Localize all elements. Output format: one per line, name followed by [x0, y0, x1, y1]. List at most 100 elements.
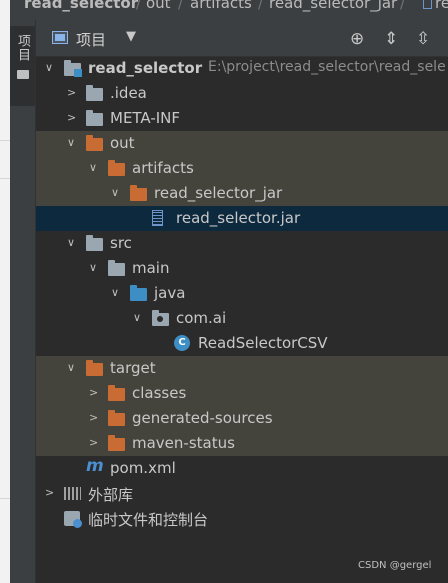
chevron-right-icon[interactable]: >: [45, 486, 54, 499]
tree-row-artifacts[interactable]: ∨ artifacts: [36, 156, 448, 181]
scratches-icon: [64, 511, 82, 528]
tree-row-pom-xml[interactable]: m pom.xml: [36, 456, 448, 481]
project-tree: ∨ read_selector E:\project\read_selector\r…: [36, 56, 448, 583]
tree-item-label: artifacts: [132, 159, 194, 177]
chevron-down-icon[interactable]: ∨: [89, 161, 97, 174]
window-edge: [0, 0, 10, 583]
chevron-down-icon[interactable]: ∨: [111, 286, 119, 299]
folder-icon: [86, 235, 103, 251]
maven-icon: m: [86, 456, 104, 476]
chevron-right-icon[interactable]: >: [89, 386, 98, 399]
tree-row-[interactable]: 临时文件和控制台: [36, 506, 448, 531]
chevron-down-icon[interactable]: ∨: [111, 186, 119, 199]
tree-item-label: com.ai: [176, 309, 227, 327]
chevron-down-icon[interactable]: ▼: [126, 29, 136, 44]
tree-row-[interactable]: > 外部库: [36, 481, 448, 506]
folder-icon: [86, 110, 103, 126]
tree-item-label: target: [110, 359, 156, 377]
collapse-all-icon[interactable]: ⇳: [416, 29, 430, 49]
tree-row-src[interactable]: ∨ src: [36, 231, 448, 256]
breadcrumb-separator: /: [400, 0, 406, 12]
breadcrumb-separator: /: [258, 0, 264, 12]
tree-row-maven-status[interactable]: > maven-status: [36, 431, 448, 456]
tree-row-out[interactable]: ∨ out: [36, 131, 448, 156]
project-panel-header: 项目 ▼ ⊕ ⇕ ⇳: [36, 20, 448, 57]
tree-item-label: classes: [132, 384, 187, 402]
tree-item-label: read_selector_jar: [154, 184, 283, 202]
jar-icon: [152, 210, 163, 226]
chevron-down-icon[interactable]: ∨: [133, 311, 141, 324]
project-tool-label: 项目: [15, 34, 30, 62]
tree-item-label: 外部库: [88, 486, 134, 504]
tree-row-read-selector-jar[interactable]: read_selector.jar: [36, 206, 448, 231]
breadcrumb-item-artifacts[interactable]: artifacts: [190, 0, 252, 12]
tree-item-label: out: [110, 134, 135, 152]
chevron-right-icon[interactable]: >: [89, 411, 98, 424]
edge-divider: [0, 178, 10, 179]
excluded-folder-icon: [108, 435, 125, 451]
tree-item-label: maven-status: [132, 434, 235, 452]
folder-icon: [86, 85, 103, 101]
class-icon: C: [174, 335, 190, 351]
breadcrumb-item-out[interactable]: out: [146, 0, 171, 12]
tree-item-label: META-INF: [110, 109, 181, 127]
view-selector-label[interactable]: 项目: [76, 29, 106, 50]
tree-item-label: 临时文件和控制台: [88, 511, 209, 529]
tree-row-readselectorcsv[interactable]: C ReadSelectorCSV: [36, 331, 448, 356]
module-path: E:\project\read_selector\read_sele: [208, 59, 446, 75]
chevron-right-icon[interactable]: >: [67, 111, 76, 124]
edge-divider: [0, 140, 10, 141]
breadcrumb: read_selector / out / artifacts / read_s…: [10, 0, 448, 21]
tree-item-label: main: [132, 259, 170, 277]
project-tool-button[interactable]: 项目: [10, 26, 35, 106]
chevron-right-icon[interactable]: >: [89, 436, 98, 449]
tree-row-java[interactable]: ∨ java: [36, 281, 448, 306]
tree-row-target[interactable]: ∨ target: [36, 356, 448, 381]
excluded-folder-icon: [86, 360, 103, 376]
excluded-folder-icon: [86, 135, 103, 151]
tool-window-stripe: 项目: [10, 20, 36, 583]
excluded-folder-icon: [130, 185, 147, 201]
jar-icon: [423, 0, 432, 9]
tree-row-read-selector[interactable]: ∨ read_selector E:\project\read_selector\r…: [36, 56, 448, 81]
tree-row-generated-sources[interactable]: > generated-sources: [36, 406, 448, 431]
tree-item-label: read_selector.jar: [176, 209, 301, 227]
expand-all-icon[interactable]: ⇕: [384, 29, 398, 49]
module-folder-icon: [64, 60, 82, 77]
breadcrumb-separator: /: [178, 0, 184, 12]
tree-row-classes[interactable]: > classes: [36, 381, 448, 406]
tree-item-label: ReadSelectorCSV: [198, 334, 328, 352]
folder-icon: [108, 260, 125, 276]
chevron-down-icon[interactable]: ∨: [45, 61, 53, 74]
libraries-icon: [64, 487, 81, 500]
breadcrumb-item-jar[interactable]: re: [435, 0, 448, 12]
locate-icon[interactable]: ⊕: [350, 29, 364, 49]
tree-item-label: java: [154, 284, 186, 302]
tree-row-main[interactable]: ∨ main: [36, 256, 448, 281]
chevron-down-icon[interactable]: ∨: [89, 261, 97, 274]
source-folder-icon: [130, 285, 147, 301]
breadcrumb-separator: /: [136, 0, 142, 12]
excluded-folder-icon: [108, 385, 125, 401]
watermark: CSDN @gergel: [358, 560, 432, 571]
edge-divider: [0, 498, 10, 499]
breadcrumb-item-read-selector-jar[interactable]: read_selector_jar: [269, 0, 397, 12]
chevron-down-icon[interactable]: ∨: [67, 361, 75, 374]
chevron-down-icon[interactable]: ∨: [67, 236, 75, 249]
folder-icon: [16, 70, 29, 79]
excluded-folder-icon: [108, 410, 125, 426]
excluded-folder-icon: [108, 160, 125, 176]
tree-item-label: pom.xml: [110, 459, 176, 477]
tree-item-label: generated-sources: [132, 409, 273, 427]
tree-row-read-selector-jar[interactable]: ∨ read_selector_jar: [36, 181, 448, 206]
tree-item-label: read_selector: [88, 59, 203, 77]
tree-item-label: src: [110, 234, 132, 252]
tree-row-com-ai[interactable]: ∨ com.ai: [36, 306, 448, 331]
package-icon: [152, 310, 169, 326]
chevron-down-icon[interactable]: ∨: [67, 136, 75, 149]
tree-row-meta-inf[interactable]: > META-INF: [36, 106, 448, 131]
project-view-icon: [52, 31, 68, 44]
breadcrumb-item-read-selector[interactable]: read_selector: [24, 0, 138, 12]
tree-row-idea[interactable]: > .idea: [36, 81, 448, 106]
chevron-right-icon[interactable]: >: [67, 86, 76, 99]
